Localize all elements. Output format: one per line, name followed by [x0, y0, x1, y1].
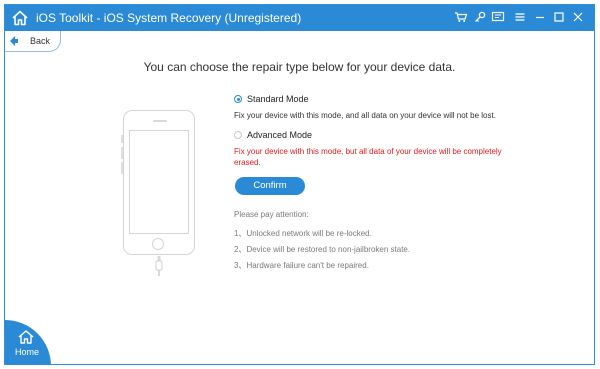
maximize-icon[interactable] [552, 10, 566, 24]
standard-mode-option[interactable]: Standard Mode [234, 94, 309, 104]
back-button[interactable]: Back [5, 31, 61, 52]
phone-side-button [121, 162, 123, 174]
feedback-icon[interactable] [491, 10, 505, 24]
note-item: 3、Hardware failure can't be repaired. [234, 261, 369, 270]
note-item: 1、Unlocked network will be re-locked. [234, 229, 372, 238]
back-label: Back [30, 36, 51, 46]
home-button[interactable]: Home [5, 320, 51, 364]
page-heading: You can choose the repair type below for… [143, 60, 456, 74]
app-home-icon [12, 10, 28, 26]
advanced-mode-radio[interactable] [234, 131, 242, 139]
phone-side-button [121, 135, 123, 143]
standard-mode-radio[interactable] [234, 95, 242, 103]
standard-mode-label: Standard Mode [247, 94, 309, 104]
advanced-mode-option[interactable]: Advanced Mode [234, 130, 312, 140]
home-label: Home [15, 347, 40, 357]
confirm-button[interactable]: Confirm [235, 177, 305, 195]
cart-icon[interactable] [454, 10, 468, 24]
menu-icon[interactable] [513, 10, 527, 24]
advanced-mode-warning: Fix your device with this mode, but all … [234, 147, 502, 167]
phone-side-button [121, 147, 123, 159]
key-icon[interactable] [473, 10, 487, 24]
device-illustration [121, 110, 195, 255]
home-icon [18, 330, 34, 344]
minimize-icon[interactable] [533, 10, 547, 24]
advanced-mode-label: Advanced Mode [247, 130, 313, 140]
phone-speaker [153, 120, 167, 122]
app-window: iOS Toolkit - iOS System Recovery (Unreg… [4, 4, 595, 365]
standard-mode-description: Fix your device with this mode, and all … [234, 111, 496, 120]
window-title: iOS Toolkit - iOS System Recovery (Unreg… [36, 11, 302, 25]
close-icon[interactable] [571, 10, 585, 24]
lightning-cable-icon [155, 256, 163, 276]
note-item: 2、Device will be restored to non-jailbro… [234, 245, 411, 254]
title-bar: iOS Toolkit - iOS System Recovery (Unreg… [5, 5, 594, 31]
phone-screen [129, 130, 189, 234]
back-arrow-icon [10, 36, 18, 46]
phone-home-button [152, 238, 164, 250]
notes-title: Please pay attention: [234, 210, 309, 219]
